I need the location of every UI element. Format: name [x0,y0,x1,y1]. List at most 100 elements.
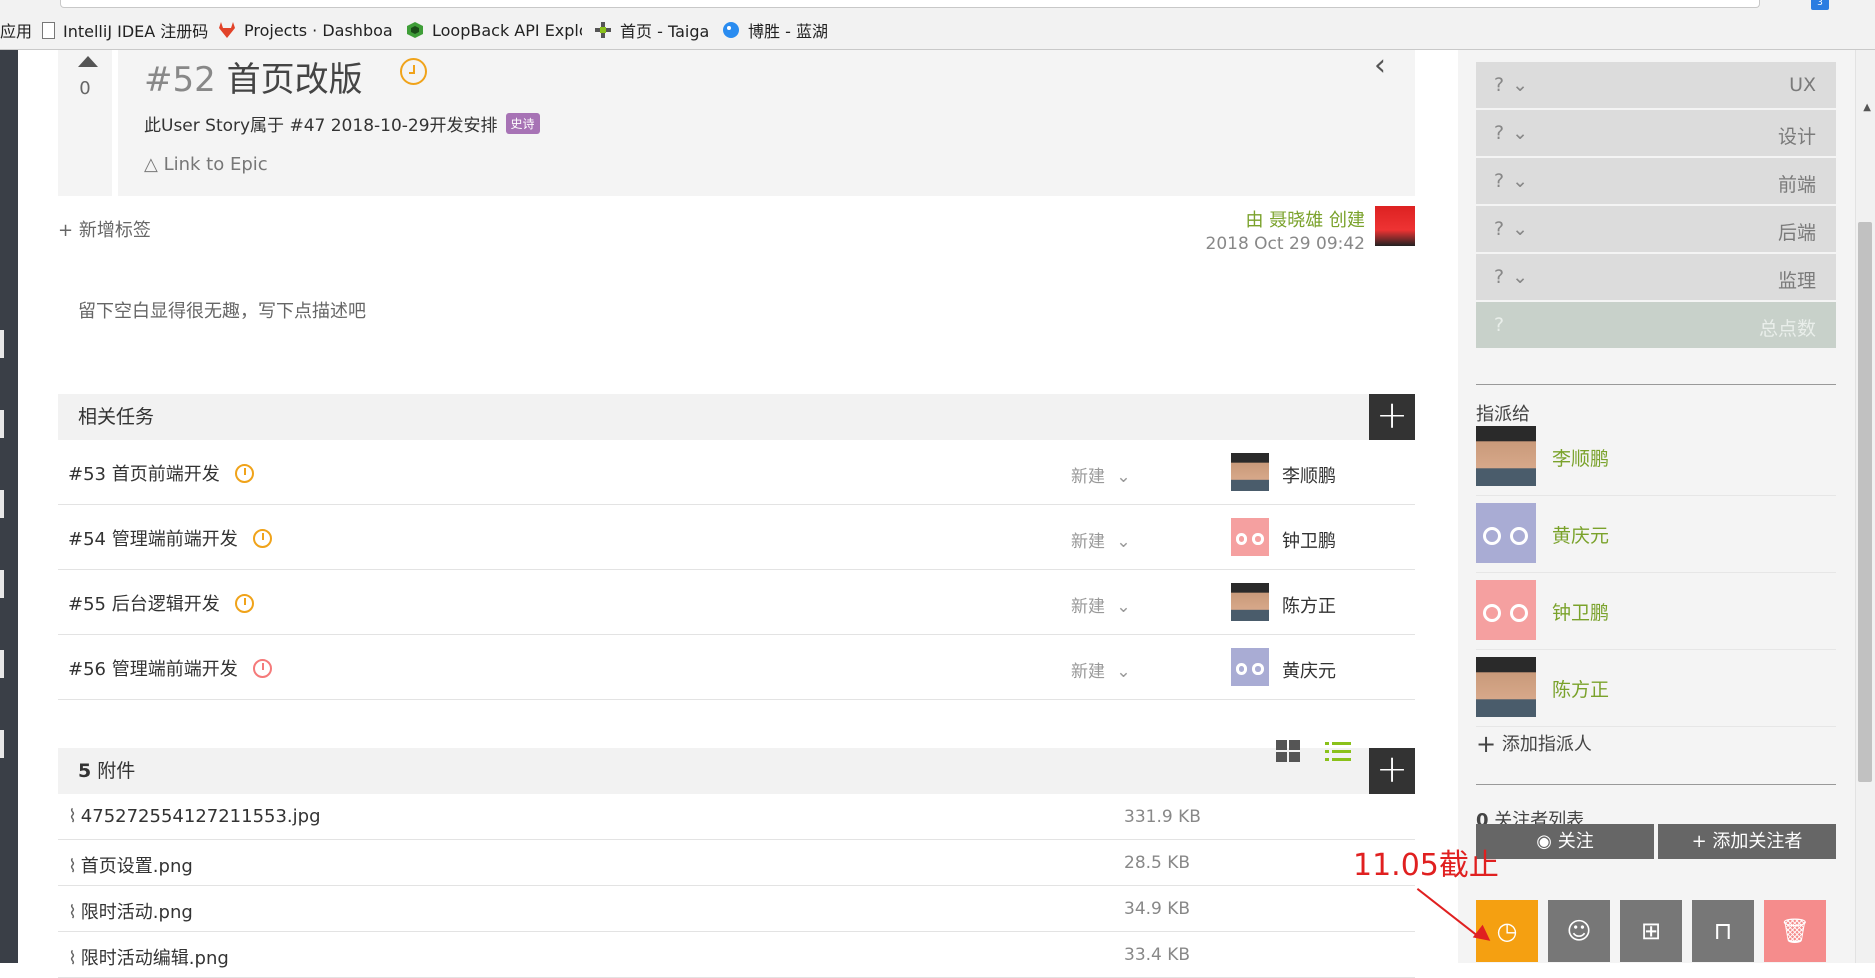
clock-icon[interactable] [235,594,255,613]
clock-icon[interactable] [253,659,273,678]
epic-text[interactable]: 此User Story属于 #47 2018-10-29开发安排 [144,111,498,136]
task-row[interactable]: #54 管理端前端开发 新建 ⌄ 钟卫鹏 [58,505,1415,570]
avatar[interactable] [1476,657,1536,717]
attachment-row[interactable]: ⌇ 限时活动编辑.png 33.4 KB [58,932,1415,978]
attachment-name[interactable]: ⌇ 限时活动.png [68,898,193,924]
attachment-row[interactable]: ⌇ 首页设置.png 28.5 KB [58,840,1415,886]
avatar[interactable] [1476,503,1536,563]
attachment-row[interactable]: ⌇ 475272554127211553.jpg 331.9 KB [58,794,1415,840]
tasks-heading: 相关任务 [58,394,1415,440]
attachment-size: 33.4 KB [1124,945,1191,965]
creator-avatar[interactable] [1375,206,1415,246]
points-role: 监理 [1777,270,1816,292]
story-title[interactable]: 首页改版 [227,60,363,100]
assignee-item[interactable]: 钟卫鹏 [1476,574,1836,650]
attachment-name[interactable]: ⌇ 475272554127211553.jpg [68,806,321,827]
chevron-down-icon: ⌄ [1116,532,1131,552]
assign-to-me-button[interactable]: ☺ [1548,900,1610,962]
block-button[interactable]: ⊓ [1692,900,1754,962]
grid-view-icon[interactable] [1276,740,1302,764]
attachment-size: 34.9 KB [1124,899,1191,919]
task-name[interactable]: #56 管理端前端开发 [68,655,273,681]
points-row[interactable]: ? ⌄ 后端 [1476,206,1836,252]
list-view-icon[interactable] [1325,742,1351,764]
task-assignee[interactable]: 李顺鹏 [1282,462,1336,488]
description-placeholder[interactable]: 留下空白显得很无趣，写下点描述吧 [78,297,366,323]
extension-badge[interactable]: 3 [1811,0,1829,10]
add-watcher-button[interactable]: + 添加关注者 [1658,824,1836,859]
add-task-button[interactable]: + [1369,394,1415,440]
chevron-left-icon[interactable]: ‹ [1374,48,1386,83]
task-name[interactable]: #53 首页前端开发 [68,460,255,486]
bookmark-apps[interactable]: 应用 [0,18,32,42]
paperclip-icon: ⌇ [68,856,77,877]
add-assignee-button[interactable]: + 添加指派人 [1476,730,1592,758]
assignee-item[interactable]: 李顺鹏 [1476,420,1836,496]
points-value: ? ⌄ [1494,74,1529,96]
task-name[interactable]: #55 后台逻辑开发 [68,590,255,616]
bookmark-loopback[interactable]: LoopBack API Explo [406,18,582,42]
bookmark-taiga[interactable]: 首页 - Taiga [594,18,709,42]
bookmarks-bar: 3 应用 IntelliJ IDEA 注册码 Projects · Dashbo… [0,0,1875,50]
avatar[interactable] [1476,580,1536,640]
chevron-down-icon: ⌄ [1512,122,1529,144]
points-value: ? [1494,314,1505,336]
scrollbar-thumb[interactable] [1858,222,1872,782]
task-status-dropdown[interactable]: 新建 ⌄ [1071,527,1131,552]
add-tag-button[interactable]: + 新增标签 [58,216,151,242]
task-assignee[interactable]: 钟卫鹏 [1282,527,1336,553]
upvote-icon[interactable] [78,56,98,67]
left-edge-strip [0,50,18,963]
scrollbar[interactable]: ▲ [1855,50,1875,963]
chevron-down-icon: ⌄ [1116,467,1131,487]
bookmark-intellij[interactable]: IntelliJ IDEA 注册码 [42,18,208,42]
task-row[interactable]: #56 管理端前端开发 新建 ⌄ 黄庆元 [58,635,1415,700]
add-attachment-button[interactable]: + [1369,748,1415,794]
triangle-icon: △ [144,154,158,175]
delete-button[interactable]: 🗑 [1764,900,1826,962]
points-row[interactable]: ? ⌄ UX [1476,62,1836,108]
clock-icon[interactable] [235,464,255,483]
points-role: 前端 [1777,174,1816,196]
assignee-name[interactable]: 钟卫鹏 [1552,598,1609,625]
assignee-name[interactable]: 李顺鹏 [1552,444,1609,471]
due-date-clock-icon[interactable] [400,58,427,85]
created-by[interactable]: 由 聂晓雄 创建 [1206,206,1365,232]
assignee-item[interactable]: 黄庆元 [1476,497,1836,573]
points-row[interactable]: ? ⌄ 前端 [1476,158,1836,204]
assignee-name[interactable]: 黄庆元 [1552,521,1609,548]
paperclip-icon: ⌇ [68,806,77,827]
avatar[interactable] [1476,426,1536,486]
task-row[interactable]: #53 首页前端开发 新建 ⌄ 李顺鹏 [58,440,1415,505]
assignee-name[interactable]: 陈方正 [1552,675,1609,702]
task-assignee[interactable]: 黄庆元 [1282,657,1336,683]
points-role: 设计 [1777,126,1816,148]
avatar[interactable] [1231,648,1269,686]
scroll-up-icon[interactable]: ▲ [1863,102,1871,113]
attachment-row[interactable]: ⌇ 限时活动.png 34.9 KB [58,886,1415,932]
avatar[interactable] [1231,518,1269,556]
task-assignee[interactable]: 陈方正 [1282,592,1336,618]
task-row[interactable]: #55 后台逻辑开发 新建 ⌄ 陈方正 [58,570,1415,635]
bookmark-gitlab[interactable]: Projects · Dashboard [218,18,392,42]
task-status-dropdown[interactable]: 新建 ⌄ [1071,657,1131,682]
attachment-name[interactable]: ⌇ 限时活动编辑.png [68,944,229,970]
chevron-down-icon: ⌄ [1512,170,1529,192]
team-requirement-button[interactable]: ⊞ [1620,900,1682,962]
watch-button[interactable]: ◉ 关注 [1476,824,1654,859]
plus-icon: + [1476,730,1497,758]
assignee-item[interactable]: 陈方正 [1476,651,1836,727]
task-status-dropdown[interactable]: 新建 ⌄ [1071,462,1131,487]
address-bar[interactable] [60,0,1760,8]
task-name[interactable]: #54 管理端前端开发 [68,525,273,551]
avatar[interactable] [1231,583,1269,621]
bookmark-lanhu[interactable]: 博胜 - 蓝湖 [722,18,828,42]
clock-icon[interactable] [253,529,273,548]
avatar[interactable] [1231,453,1269,491]
link-to-epic-link[interactable]: △ Link to Epic [144,154,268,175]
points-row[interactable]: ? ⌄ 设计 [1476,110,1836,156]
task-status-dropdown[interactable]: 新建 ⌄ [1071,592,1131,617]
points-row[interactable]: ? ⌄ 监理 [1476,254,1836,300]
chevron-down-icon: ⌄ [1512,218,1529,240]
attachment-name[interactable]: ⌇ 首页设置.png [68,852,193,878]
